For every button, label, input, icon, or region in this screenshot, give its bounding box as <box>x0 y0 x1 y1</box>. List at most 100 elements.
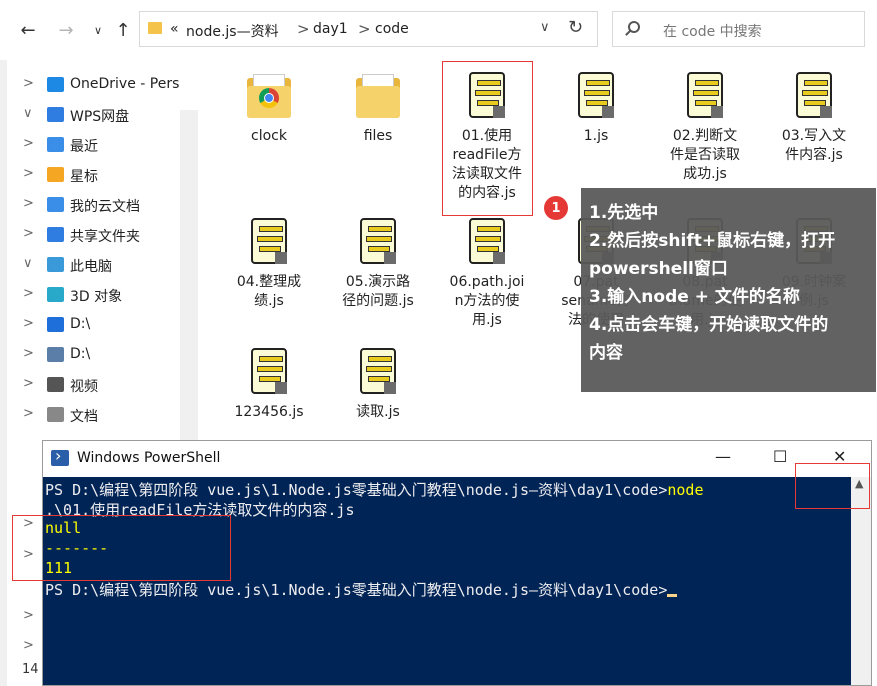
sidebar-item-label: OneDrive - Perso <box>70 76 180 92</box>
file-label: n方法的使 <box>454 293 520 309</box>
back-button[interactable]: ← <box>16 18 40 42</box>
sidebar-item[interactable]: >3D 对象 <box>7 280 180 310</box>
sidebar-item[interactable]: > 最近 <box>7 130 180 160</box>
forward-button[interactable]: → <box>54 18 78 42</box>
highlight-selected-file <box>442 61 533 216</box>
sidebar-item-label: 共享文件夹 <box>70 229 140 245</box>
file-item[interactable]: clock <box>219 68 319 146</box>
chevron-right-icon[interactable]: > <box>23 316 34 331</box>
file-item[interactable]: files <box>328 68 428 146</box>
sidebar-item-label: D:\ <box>70 316 91 332</box>
folder-icon <box>148 22 162 34</box>
chevron-right-icon[interactable]: > <box>23 226 34 241</box>
chevron-right-icon[interactable]: > <box>23 136 34 151</box>
breadcrumb-node-resources[interactable]: node.js—资料 <box>186 21 279 41</box>
tooltip-line: powershell窗口 <box>589 259 728 279</box>
sidebar-item-label: 我的云文档 <box>70 199 140 215</box>
navigation-pane: > OneDrive - Perso ∨ WPS网盘 > 最近 > 星标 > 我的云文档 > 共享文件… <box>7 60 180 440</box>
file-item[interactable]: 123456.js <box>219 344 319 422</box>
sidebar-item[interactable]: > D:\ <box>7 310 180 340</box>
sidebar-item[interactable]: > OneDrive - Perso <box>7 70 180 100</box>
file-label: 成功.js <box>683 166 727 182</box>
up-button[interactable]: ↑ <box>111 18 135 42</box>
minimize-button[interactable]: — <box>715 447 731 466</box>
tooltip-line: 1.先选中 <box>589 203 659 223</box>
recent-locations-button[interactable]: ∨ <box>86 18 110 42</box>
sidebar-item-label: 文档 <box>70 409 98 425</box>
address-bar[interactable]: « node.js—资料 > day1 > code ∨ ↻ <box>139 11 598 47</box>
sidebar-item[interactable]: > 共享文件夹 <box>7 220 180 250</box>
address-prefix[interactable]: « <box>170 21 179 37</box>
file-item[interactable]: 1.js <box>546 68 646 146</box>
chevron-down-icon[interactable]: ∨ <box>23 256 33 271</box>
chevron-down-icon[interactable]: ∨ <box>23 106 33 121</box>
picture-icon <box>47 347 64 362</box>
file-label: 件是否读取 <box>670 147 740 163</box>
powershell-titlebar[interactable]: Windows PowerShell — ☐ ✕ <box>43 441 871 477</box>
chevron-right-icon[interactable]: > <box>23 286 34 301</box>
file-label: 03.写入文 <box>781 128 847 144</box>
folder-icon <box>245 68 293 124</box>
chevron-right-icon[interactable]: > <box>23 406 34 421</box>
cloud-icon <box>47 107 64 122</box>
file-item[interactable]: 02.判断文 件是否读取 成功.js <box>655 68 755 184</box>
js-file-icon <box>681 68 729 124</box>
monitor-icon <box>47 317 64 332</box>
chevron-right-icon[interactable]: > <box>23 346 34 361</box>
chevron-right-icon[interactable]: > <box>23 76 34 91</box>
sidebar-item[interactable]: ∨ WPS网盘 <box>7 100 180 130</box>
step-badge: 1 <box>544 196 568 220</box>
sidebar-item-label: 最近 <box>70 139 98 155</box>
sidebar-item[interactable]: > D:\ <box>7 340 180 370</box>
js-file-icon <box>790 68 838 124</box>
folder-icon <box>354 68 402 124</box>
search-box[interactable]: 在 code 中搜索 <box>612 11 865 47</box>
chevron-right-icon[interactable]: > <box>23 196 34 211</box>
breadcrumb-code[interactable]: code <box>375 21 409 37</box>
sidebar-item-label: 星标 <box>70 169 98 185</box>
file-item[interactable]: 读取.js <box>328 344 428 422</box>
file-item[interactable]: 05.演示路 径的问题.js <box>328 214 428 311</box>
file-label: 读取.js <box>356 404 400 420</box>
search-icon <box>628 21 640 33</box>
cloud-doc-icon <box>47 197 64 212</box>
powershell-icon <box>51 446 69 466</box>
highlight-output <box>12 515 231 581</box>
console-prompt: PS D:\编程\第四阶段 vue.js\1.Node.js零基础入门教程\no… <box>45 481 668 499</box>
powershell-console[interactable]: PS D:\编程\第四阶段 vue.js\1.Node.js零基础入门教程\no… <box>43 477 851 685</box>
js-file-icon <box>354 214 402 270</box>
breadcrumb-day1[interactable]: day1 <box>313 21 348 37</box>
file-label: 径的问题.js <box>342 293 414 309</box>
js-file-icon <box>463 214 511 270</box>
sidebar-item-label: D:\ <box>70 346 91 362</box>
sidebar-item[interactable]: > 文档 <box>7 400 180 430</box>
breadcrumb-separator: > <box>358 20 371 38</box>
share-icon <box>47 227 64 242</box>
file-item[interactable]: 06.path.joi n方法的使 用.js <box>437 214 537 330</box>
file-label: 1.js <box>583 128 609 144</box>
sidebar-scrollbar[interactable] <box>180 110 198 440</box>
address-dropdown-icon[interactable]: ∨ <box>540 20 550 35</box>
chevron-right-icon[interactable]: > <box>23 166 34 181</box>
tooltip-line: 2.然后按shift+鼠标右键，打开 <box>589 231 836 251</box>
highlight-node-command <box>795 463 870 509</box>
sidebar-item[interactable]: ∨ 此电脑 <box>7 250 180 280</box>
sidebar-item[interactable]: > 视频 <box>7 370 180 400</box>
maximize-button[interactable]: ☐ <box>773 447 787 466</box>
sidebar-item[interactable]: > 我的云文档 <box>7 190 180 220</box>
file-label: clock <box>251 128 287 144</box>
refresh-icon[interactable]: ↻ <box>568 17 583 38</box>
tooltip-line: 内容 <box>589 343 623 363</box>
file-item[interactable]: 04.整理成 绩.js <box>219 214 319 311</box>
sidebar-item-label: WPS网盘 <box>70 109 130 125</box>
search-placeholder: 在 code 中搜索 <box>663 24 762 40</box>
file-item[interactable]: 03.写入文 件内容.js <box>764 68 864 165</box>
console-command: node <box>667 481 704 499</box>
chevron-right-icon[interactable]: > <box>23 376 34 391</box>
explorer-toolbar: ← → ∨ ↑ « node.js—资料 > day1 > code ∨ ↻ 在… <box>0 0 877 60</box>
sidebar-item[interactable]: > 星标 <box>7 160 180 190</box>
cloud-icon <box>47 77 64 92</box>
console-prompt: PS D:\编程\第四阶段 vue.js\1.Node.js零基础入门教程\no… <box>45 581 668 599</box>
js-file-icon <box>354 344 402 400</box>
chrome-icon <box>259 88 279 108</box>
